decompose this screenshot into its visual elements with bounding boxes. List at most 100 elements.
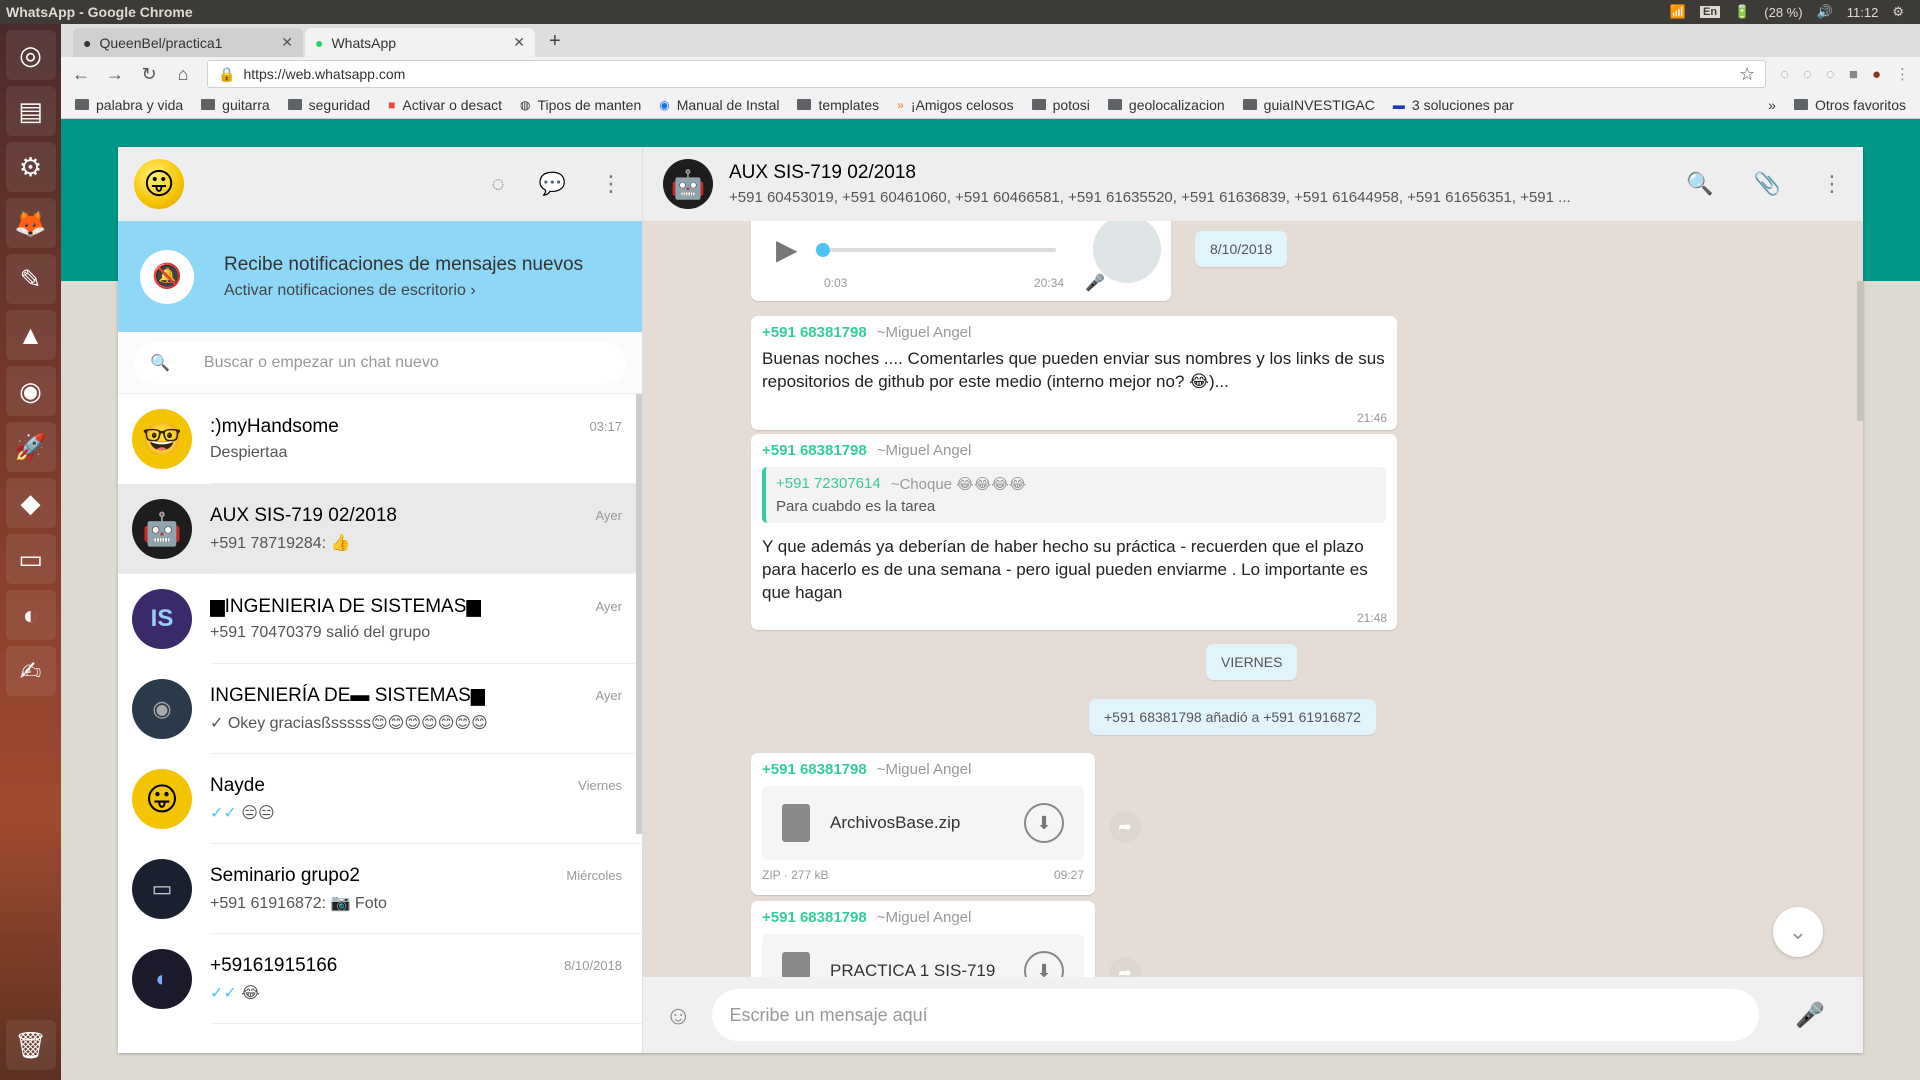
chat-item[interactable]: 😛 Nayde Viernes ✓✓ 😑😑 xyxy=(118,754,642,844)
chat-item[interactable]: ▭ Seminario grupo2 Miércoles +591 6191687… xyxy=(118,844,642,934)
chat-list-scrollbar[interactable] xyxy=(636,394,642,834)
menu-icon[interactable]: ⋮ xyxy=(1821,171,1843,197)
clock[interactable]: 11:12 xyxy=(1847,5,1879,20)
other-bookmarks[interactable]: Otros favoritos xyxy=(1793,97,1906,113)
tab-whatsapp[interactable]: ● WhatsApp ✕ xyxy=(305,28,535,57)
extension-icon[interactable]: ◌ xyxy=(1780,66,1789,83)
chat-time: Ayer xyxy=(595,688,623,703)
android-studio-icon[interactable]: ⚙ xyxy=(5,142,56,192)
battery-icon[interactable]: 🔋 xyxy=(1734,4,1750,20)
group-avatar[interactable]: 🤖 xyxy=(663,159,713,209)
bookmark-item[interactable]: potosi xyxy=(1031,97,1090,113)
conversation-actions: 🔍 📎 ⋮ xyxy=(1686,171,1843,197)
video-camera-icon[interactable]: ■ xyxy=(1849,66,1858,83)
day-divider: VIERNES xyxy=(1206,644,1298,680)
reload-button[interactable]: ↻ xyxy=(139,64,159,85)
bookmarks-overflow-button[interactable]: » xyxy=(1768,97,1776,113)
extension-icon[interactable]: ◌ xyxy=(1803,66,1812,83)
menu-icon[interactable]: ⋮ xyxy=(600,171,622,197)
forward-icon[interactable]: ➦ xyxy=(1109,811,1141,843)
editor-pen-icon[interactable]: ✎ xyxy=(5,254,56,304)
chat-item[interactable]: IS ▆INGENIERIA DE SISTEMAS▆ Ayer +591 704… xyxy=(118,574,642,664)
bookmark-item[interactable]: templates xyxy=(797,97,879,113)
tab-github[interactable]: ● QueenBel/practica1 ✕ xyxy=(73,28,303,57)
volume-icon[interactable]: 🔊 xyxy=(1817,4,1833,20)
close-tab-icon[interactable]: ✕ xyxy=(513,34,525,51)
bookmark-item[interactable]: ■ Activar o desact xyxy=(388,97,502,113)
chat-preview: +591 70470379 salió del grupo xyxy=(210,624,431,641)
profile-avatar[interactable]: ● xyxy=(1872,66,1881,83)
message-input[interactable]: Escribe un mensaje aquí xyxy=(711,989,1760,1041)
bookmark-item[interactable]: guiaINVESTIGAC xyxy=(1242,97,1375,113)
address-bar[interactable]: 🔒 https://web.whatsapp.com ☆ xyxy=(207,60,1767,88)
firefox-icon[interactable]: 🦊 xyxy=(5,198,56,248)
trash-icon[interactable]: 🗑 xyxy=(5,1020,56,1070)
chrome-icon[interactable]: ◉ xyxy=(5,366,56,416)
chat-item[interactable]: 🤓 :)myHandsome 03:17 Despiertaa xyxy=(118,394,642,484)
rocket-icon[interactable]: 🚀 xyxy=(5,422,56,472)
menu-icon[interactable]: ⋮ xyxy=(1895,65,1910,83)
notification-banner[interactable]: 🔕 Recibe notificaciones de mensajes nuev… xyxy=(118,221,642,332)
chat-item[interactable]: 🤖 AUX SIS-719 02/2018 Ayer +591 78719284:… xyxy=(118,484,642,574)
emoji-icon[interactable]: ☺ xyxy=(665,1000,692,1031)
new-chat-icon[interactable]: 💬 xyxy=(539,171,566,197)
new-tab-button[interactable]: + xyxy=(537,30,573,57)
attach-icon[interactable]: 📎 xyxy=(1754,171,1781,197)
message-input-placeholder: Escribe un mensaje aquí xyxy=(729,1004,928,1025)
audio-progress-handle[interactable] xyxy=(815,242,830,257)
profile-avatar[interactable]: 😛 xyxy=(134,159,184,209)
sender-number[interactable]: +591 68381798 xyxy=(762,909,867,926)
status-icon[interactable]: ◌ xyxy=(492,171,505,197)
bookmark-item[interactable]: ◍ Tipos de manten xyxy=(520,97,641,113)
quoted-message[interactable]: +591 72307614 ~Choque 😂😂😂😂 Para cuabdo e… xyxy=(762,467,1386,523)
bookmark-item[interactable]: palabra y vida xyxy=(75,97,183,113)
message-area-scrollbar[interactable] xyxy=(1857,281,1863,421)
bookmark-item[interactable]: guitarra xyxy=(201,97,270,113)
group-members: +591 60453019, +591 60461060, +591 60466… xyxy=(729,189,1571,206)
play-icon[interactable]: ▶ xyxy=(776,233,798,266)
search-icon[interactable]: 🔍 xyxy=(1686,171,1713,197)
screenshot-icon[interactable]: ◐ xyxy=(5,590,56,640)
keyboard-layout-indicator[interactable]: En xyxy=(1700,6,1721,18)
bookmark-item[interactable]: seguridad xyxy=(287,97,370,113)
folder-icon xyxy=(201,99,216,110)
terminal-icon[interactable]: ▭ xyxy=(5,534,56,584)
home-button[interactable]: ⌂ xyxy=(173,64,193,85)
search-input[interactable]: 🔍 Buscar o empezar un chat nuevo xyxy=(134,341,626,384)
bookmark-item[interactable]: geolocalizacion xyxy=(1107,97,1225,113)
bookmark-star-icon[interactable]: ☆ xyxy=(1739,64,1755,85)
ubuntu-dash-icon[interactable]: ◎ xyxy=(5,30,56,80)
file-attachment[interactable]: PRACTICA 1 SIS-719 ⬇ xyxy=(762,934,1084,977)
sender-alias: ~Miguel Angel xyxy=(876,324,972,341)
audio-progress-bar[interactable] xyxy=(815,242,1056,257)
file-attachment[interactable]: ArchivosBase.zip ⬇ xyxy=(762,786,1084,860)
power-icon[interactable]: ⚙ xyxy=(1892,4,1904,20)
download-icon[interactable]: ⬇ xyxy=(1024,803,1064,843)
virtualbox-icon[interactable]: ◆ xyxy=(5,478,56,528)
quoted-sender-alias: ~Choque 😂😂😂😂 xyxy=(890,476,1027,493)
conversation-header[interactable]: 🤖 AUX SIS-719 02/2018 +591 60453019, +59… xyxy=(643,147,1863,221)
close-tab-icon[interactable]: ✕ xyxy=(281,34,293,51)
sender-number[interactable]: +591 68381798 xyxy=(762,442,867,459)
mic-icon[interactable]: 🎤 xyxy=(1779,1001,1841,1030)
back-button[interactable]: ← xyxy=(71,64,91,85)
files-icon[interactable]: ▤ xyxy=(5,86,56,136)
enable-notifications-link[interactable]: Activar notificaciones de escritorio › xyxy=(224,282,583,300)
chat-item[interactable]: ◐ +59161915166 8/10/2018 ✓✓ 😂 xyxy=(118,934,642,1024)
text-editor-icon[interactable]: ✍ xyxy=(5,646,56,696)
scroll-to-bottom-button[interactable]: ⌄ xyxy=(1773,907,1823,957)
bookmark-item[interactable]: ▬ 3 soluciones par xyxy=(1393,97,1514,113)
file-icon xyxy=(782,952,810,977)
bookmark-item[interactable]: » ¡Amigos celosos xyxy=(897,97,1013,113)
chat-item[interactable]: ◉ INGENIERÍA DE▬ SISTEMAS▆ Ayer ✓ Okey gr… xyxy=(118,664,642,754)
bookmark-item[interactable]: ◉ Manual de Instal xyxy=(659,97,779,113)
vlc-icon[interactable]: ▲ xyxy=(5,310,56,360)
forward-icon[interactable]: ➦ xyxy=(1109,957,1141,977)
sender-number[interactable]: +591 68381798 xyxy=(762,324,867,341)
sender-number[interactable]: +591 68381798 xyxy=(762,761,867,778)
extensions: ◌ ◌ ◌ ■ ● ⋮ xyxy=(1780,65,1910,84)
forward-button[interactable]: → xyxy=(105,64,125,85)
download-icon[interactable]: ⬇ xyxy=(1024,951,1064,977)
wifi-icon[interactable]: 📶 xyxy=(1670,4,1686,20)
extension-icon[interactable]: ◌ xyxy=(1826,66,1835,83)
